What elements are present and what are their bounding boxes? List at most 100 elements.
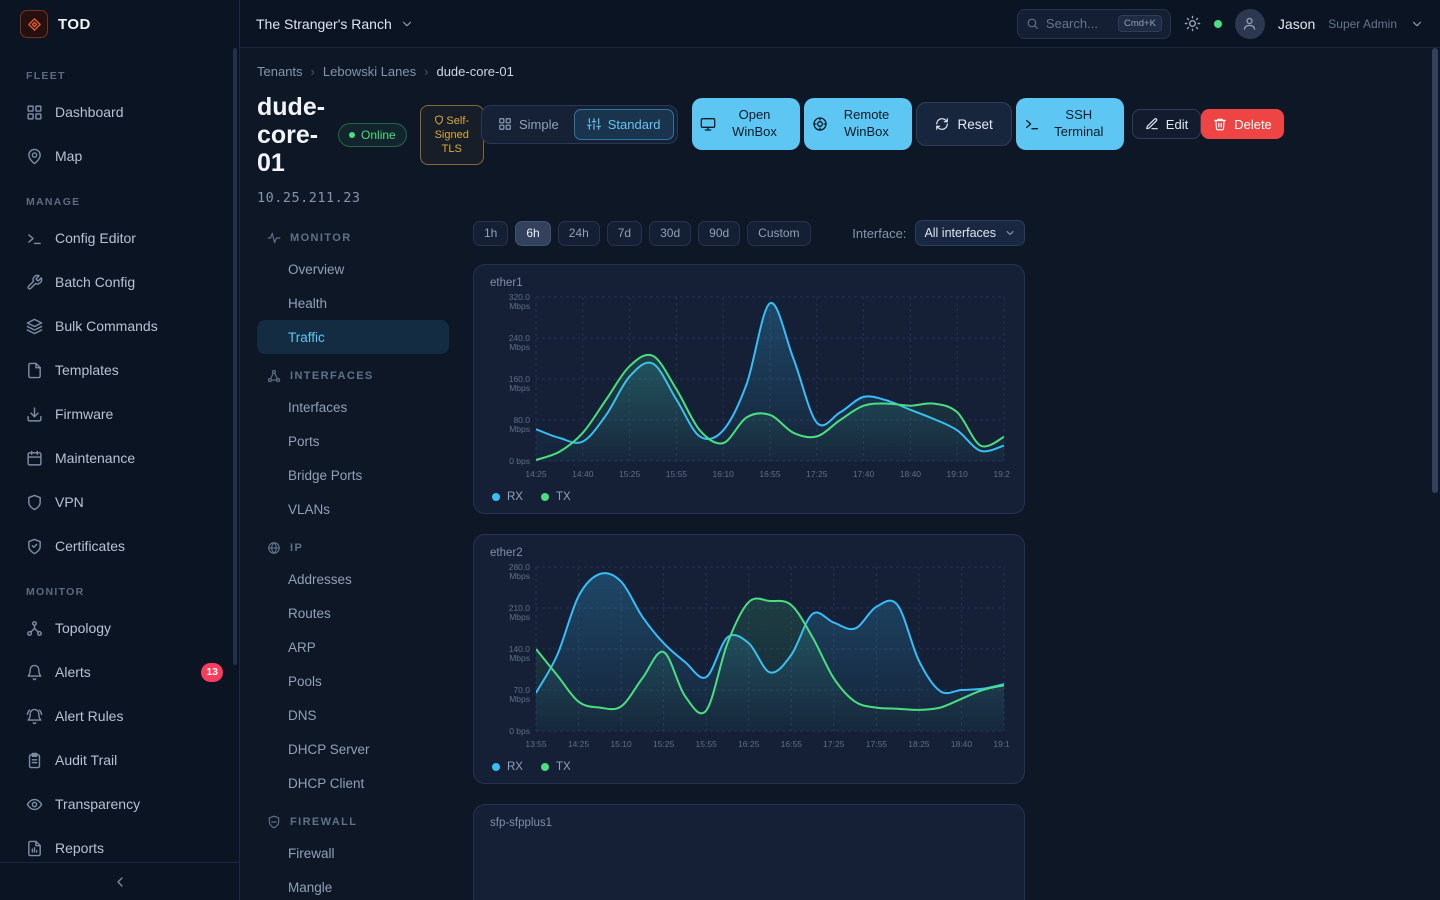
terminal-icon [1024, 116, 1040, 132]
delete-button[interactable]: Delete [1201, 109, 1284, 139]
sidebar-item-transparency[interactable]: Transparency [0, 782, 239, 826]
globe-icon [267, 541, 281, 555]
sidebar-item-label: Alerts [55, 664, 91, 680]
interface-select[interactable]: All interfaces [915, 220, 1025, 246]
view-toggle-standard[interactable]: Standard [574, 109, 674, 140]
search-input[interactable]: Search... Cmd+K [1017, 9, 1171, 39]
chart-title: sfp-sfpplus1 [490, 817, 1008, 829]
sidebar-item-vpn[interactable]: VPN [0, 480, 239, 524]
time-range-24h[interactable]: 24h [558, 221, 600, 246]
interface-filter-label: Interface: [852, 226, 906, 241]
svg-text:Mbps: Mbps [509, 694, 530, 704]
sidebar-collapse-button[interactable] [0, 862, 239, 900]
sidebar-scrollbar[interactable] [233, 48, 237, 665]
sidebar-item-audit-trail[interactable]: Audit Trail [0, 738, 239, 782]
charts-column: 1h 6h 24h 7d 30d 90d Custom Interface: All int… [473, 216, 1025, 900]
sidebar-item-topology[interactable]: Topology [0, 606, 239, 650]
time-range-custom[interactable]: Custom [747, 221, 810, 246]
subnav-item-routes[interactable]: Routes [257, 596, 449, 630]
toggle-label: Standard [608, 117, 661, 132]
sidebar-item-maintenance[interactable]: Maintenance [0, 436, 239, 480]
ssh-terminal-button[interactable]: SSH Terminal [1016, 98, 1124, 150]
subnav-item-vlans[interactable]: VLANs [257, 492, 449, 526]
sidebar-item-dashboard[interactable]: Dashboard [0, 90, 239, 134]
subnav-item-dns[interactable]: DNS [257, 698, 449, 732]
open-winbox-button[interactable]: Open WinBox [692, 98, 800, 150]
subnav-group-label: FIREWALL [257, 800, 449, 836]
sidebar-item-firmware[interactable]: Firmware [0, 392, 239, 436]
status-label: Online [361, 128, 396, 142]
subnav-item-interfaces[interactable]: Interfaces [257, 390, 449, 424]
svg-text:17:25: 17:25 [806, 469, 828, 479]
sidebar-item-alert-rules[interactable]: Alert Rules [0, 694, 239, 738]
subnav-item-ports[interactable]: Ports [257, 424, 449, 458]
subnav-group-text: FIREWALL [290, 816, 357, 828]
subnav-item-addresses[interactable]: Addresses [257, 562, 449, 596]
remote-winbox-button[interactable]: Remote WinBox [804, 98, 912, 150]
subnav-item-pools[interactable]: Pools [257, 664, 449, 698]
report-icon [26, 840, 43, 857]
sidebar-item-templates[interactable]: Templates [0, 348, 239, 392]
sidebar-item-batch-config[interactable]: Batch Config [0, 260, 239, 304]
svg-text:0 bps: 0 bps [509, 456, 530, 466]
svg-text:0 bps: 0 bps [509, 726, 530, 736]
shield-small-icon [434, 115, 444, 125]
subnav-item-mangle[interactable]: Mangle [257, 870, 449, 900]
legend-tx: TX [541, 761, 571, 773]
subnav-item-dhcp-client[interactable]: DHCP Client [257, 766, 449, 800]
chart-legend: RXTX [490, 491, 1008, 503]
content-body: MONITOROverviewHealthTrafficINTERFACESIn… [257, 216, 1440, 900]
subnav-item-health[interactable]: Health [257, 286, 449, 320]
avatar[interactable] [1235, 9, 1265, 39]
page-scrollbar[interactable] [1432, 48, 1438, 493]
sidebar-item-config-editor[interactable]: Config Editor [0, 216, 239, 260]
view-toggle-simple[interactable]: Simple [485, 109, 572, 140]
chevron-down-icon [1004, 227, 1016, 239]
sidebar-item-label: Dashboard [55, 104, 124, 120]
tls-badge: Self-Signed TLS [420, 105, 484, 166]
subnav-group-interfaces: INTERFACESInterfacesPortsBridge PortsVLA… [257, 354, 449, 526]
tenant-selector[interactable]: The Stranger's Ranch [256, 16, 414, 32]
time-range-7d[interactable]: 7d [607, 221, 642, 246]
sidebar-item-alerts[interactable]: Alerts 13 [0, 650, 239, 694]
chevron-left-icon [112, 874, 128, 890]
sidebar-item-map[interactable]: Map [0, 134, 239, 178]
svg-text:Mbps: Mbps [509, 653, 530, 663]
subnav-item-arp[interactable]: ARP [257, 630, 449, 664]
svg-text:17:55: 17:55 [866, 739, 888, 749]
svg-text:17:25: 17:25 [823, 739, 845, 749]
alerts-count-badge: 13 [201, 663, 223, 682]
layers-icon [26, 318, 43, 335]
time-range-30d[interactable]: 30d [649, 221, 691, 246]
device-header: dude-core-01 Online Self-Signed TLS 10.2… [257, 93, 1440, 206]
sidebar-item-label: Reports [55, 840, 104, 856]
reset-button[interactable]: Reset [916, 102, 1012, 146]
subnav-item-bridge-ports[interactable]: Bridge Ports [257, 458, 449, 492]
svg-text:13:55: 13:55 [525, 739, 547, 749]
activity-icon [267, 231, 281, 245]
theme-sun-icon[interactable] [1184, 15, 1201, 32]
time-range-1h[interactable]: 1h [473, 221, 508, 246]
chevron-down-icon[interactable] [1410, 17, 1424, 31]
toggle-label: Simple [519, 117, 559, 132]
subnav-group-label: MONITOR [257, 216, 449, 252]
breadcrumb-tenants[interactable]: Tenants [257, 64, 303, 79]
edit-button[interactable]: Edit [1132, 109, 1201, 139]
time-range-6h[interactable]: 6h [515, 221, 550, 246]
device-identity: dude-core-01 Online Self-Signed TLS 10.2… [257, 93, 481, 206]
sidebar-item-bulk-commands[interactable]: Bulk Commands [0, 304, 239, 348]
subnav-item-traffic[interactable]: Traffic [257, 320, 449, 354]
chart-legend: RXTX [490, 761, 1008, 773]
button-label: Edit [1166, 117, 1188, 132]
time-range-90d[interactable]: 90d [698, 221, 740, 246]
subnav-item-firewall[interactable]: Firewall [257, 836, 449, 870]
legend-rx: RX [492, 491, 523, 503]
svg-text:Mbps: Mbps [509, 342, 530, 352]
breadcrumb-tenant-name[interactable]: Lebowski Lanes [323, 64, 416, 79]
subnav-item-dhcp-server[interactable]: DHCP Server [257, 732, 449, 766]
sidebar-item-reports[interactable]: Reports [0, 826, 239, 862]
subnav-item-overview[interactable]: Overview [257, 252, 449, 286]
search-placeholder: Search... [1046, 16, 1098, 31]
eye-icon [26, 796, 43, 813]
sidebar-item-certificates[interactable]: Certificates [0, 524, 239, 568]
